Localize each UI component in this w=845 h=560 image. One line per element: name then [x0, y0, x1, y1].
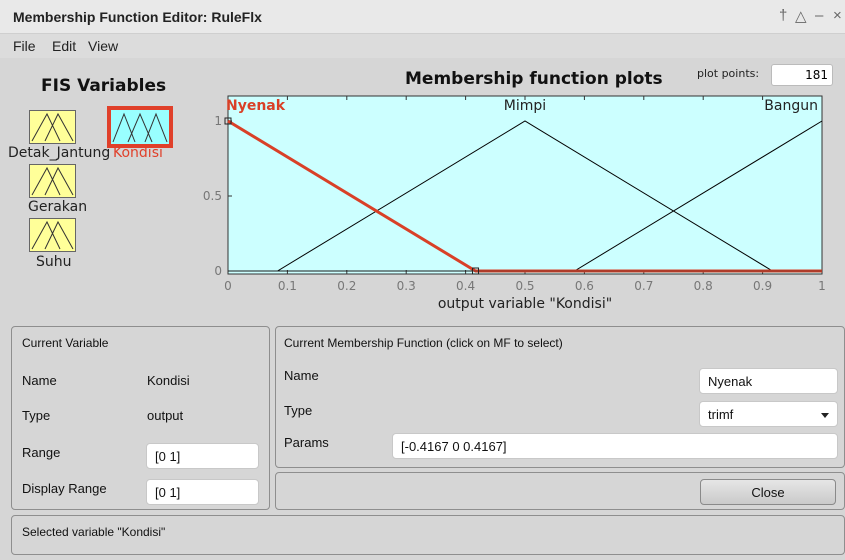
mf-name-field[interactable]: Nyenak: [699, 368, 838, 394]
current-mf-heading: Current Membership Function (click on MF…: [284, 336, 563, 350]
minimize-icon[interactable]: –: [815, 7, 823, 24]
fis-var-label-kondisi: Kondisi: [113, 145, 163, 161]
close-button[interactable]: Close: [700, 479, 836, 505]
mf-input-icon: [30, 111, 75, 143]
fis-var-gerakan[interactable]: [29, 164, 76, 198]
x-tick-label: 0.2: [337, 279, 356, 293]
plot-title: Membership function plots: [405, 69, 663, 89]
plot-points-input[interactable]: 181: [771, 64, 833, 86]
mf-params-field[interactable]: [-0.4167 0 0.4167]: [392, 433, 838, 459]
y-tick-label: 1: [214, 114, 222, 128]
range-field[interactable]: [0 1]: [146, 443, 259, 469]
mf-type-label: Type: [284, 403, 313, 418]
mf-output-icon: [111, 110, 169, 144]
fis-var-label-gerakan: Gerakan: [28, 199, 88, 215]
maximize-icon[interactable]: △: [795, 7, 807, 25]
title-bar: Membership Function Editor: RuleFlx † △ …: [0, 0, 845, 34]
plot-points-label: plot points:: [697, 67, 760, 80]
current-mf-panel: Current Membership Function (click on MF…: [275, 326, 845, 468]
status-bar: Selected variable "Kondisi": [11, 515, 845, 555]
current-variable-panel: Current Variable Name Kondisi Type outpu…: [11, 326, 270, 510]
fis-var-suhu[interactable]: [29, 218, 76, 252]
cv-type-value: output: [147, 408, 184, 423]
close-panel: Close: [275, 472, 845, 510]
display-range-field[interactable]: [0 1]: [146, 479, 259, 505]
x-tick-label: 0.6: [575, 279, 594, 293]
mf-type-select[interactable]: trimf: [699, 401, 838, 427]
fis-var-detak-jantung[interactable]: [29, 110, 76, 144]
window-title: Membership Function Editor: RuleFlx: [13, 9, 262, 25]
mf-name-label: Name: [284, 368, 319, 383]
x-tick-label: 0.3: [397, 279, 416, 293]
mf-label-bangun: Bangun: [764, 98, 818, 114]
x-tick-label: 0.7: [634, 279, 653, 293]
menu-bar: File Edit View: [0, 34, 845, 58]
fis-var-label-detak-jantung: Detak_Jantung: [8, 145, 111, 161]
x-tick-label: 0.4: [456, 279, 475, 293]
membership-function-plot[interactable]: 0 0.1 0.2 0.3 0.4 0.5 0.6 0.7 0.8 0.9 1 0 0.5 1 output…: [195, 90, 835, 330]
mf-type-value: trimf: [708, 407, 734, 422]
fis-variables-title: FIS Variables: [41, 76, 167, 96]
mf-input-icon: [30, 219, 75, 251]
y-tick-label: 0.5: [203, 189, 222, 203]
x-axis-label: output variable "Kondisi": [438, 296, 612, 312]
x-tick-label: 0.5: [515, 279, 534, 293]
mf-label-nyenak: Nyenak: [226, 98, 286, 114]
x-tick-label: 1: [818, 279, 826, 293]
menu-edit[interactable]: Edit: [52, 38, 76, 54]
status-text: Selected variable "Kondisi": [22, 525, 166, 539]
cv-display-range-label: Display Range: [22, 481, 107, 496]
cv-type-label: Type: [22, 408, 51, 423]
y-tick-label: 0: [214, 264, 222, 278]
cv-name-label: Name: [22, 373, 57, 388]
current-variable-heading: Current Variable: [22, 336, 109, 350]
mf-params-label: Params: [284, 435, 329, 450]
cv-range-label: Range: [22, 445, 61, 460]
x-tick-label: 0.8: [694, 279, 713, 293]
fis-var-label-suhu: Suhu: [36, 254, 72, 270]
x-tick-label: 0: [224, 279, 232, 293]
pin-icon[interactable]: †: [779, 7, 787, 24]
fis-var-kondisi[interactable]: [107, 106, 173, 148]
x-tick-label: 0.9: [753, 279, 772, 293]
menu-file[interactable]: File: [13, 38, 36, 54]
menu-view[interactable]: View: [88, 38, 118, 54]
close-window-icon[interactable]: ×: [833, 7, 842, 24]
mf-label-mimpi: Mimpi: [504, 98, 546, 114]
x-tick-label: 0.1: [278, 279, 297, 293]
cv-name-value: Kondisi: [147, 373, 190, 388]
chevron-down-icon: [821, 413, 829, 418]
mf-input-icon: [30, 165, 75, 197]
